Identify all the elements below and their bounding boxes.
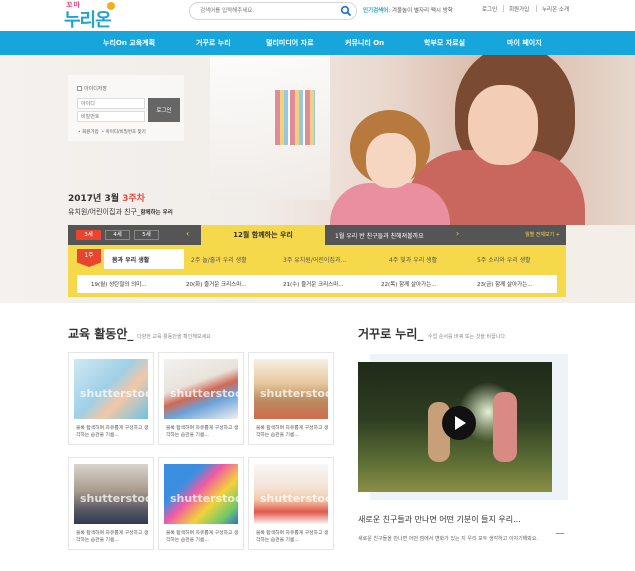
watermark-text: shutterstock [80,387,148,400]
card-thumbnail: shutterstock [164,464,238,524]
card-text: 블록 탑색하며 자유롭게 구성하고 생각하는 습관을 기름... [256,426,329,438]
watermark-text: shutterstock [170,387,238,400]
schedule-tab-2[interactable]: 2주 놀/출과 우리 생활 [191,255,247,264]
logo[interactable]: 꼬마 누리온 [64,0,116,31]
login-link[interactable]: 로그인 [482,5,497,13]
age-tab-4[interactable]: 4세 [105,230,130,240]
week-highlight: 3주차 [122,194,145,204]
week-tag: 1주 [77,249,101,267]
activity-card[interactable]: shutterstock 블록 탑색하며 자유롭게 구성하고 생각하는 습관을 … [68,457,154,550]
remember-checkbox[interactable] [77,86,82,91]
login-button[interactable]: 로그인 [148,98,180,122]
nav-item-multimedia[interactable]: 멀티미디어 자료 [266,38,314,48]
schedule-days: 19(월) 성탄절의 의미... 20(화) 즐거운 크리스마... 21(수)… [77,275,557,293]
activity-card[interactable]: shutterstock 블록 탑색하며 자유롭게 구성하고 생각하는 습관을 … [158,352,244,445]
card-text: 블록 탑색하며 자유롭게 구성하고 생각하는 습관을 기름... [166,426,239,438]
nav-item-plan[interactable]: 누리On 교육계획 [103,38,155,48]
schedule-day[interactable]: 21(수) 즐거운 크리스마... [283,280,344,288]
schedule-tab-1[interactable]: 몸과 우리 생활 [112,255,149,264]
popular-text: : 겨울놀이 별자리 팩시 방학 [388,8,453,14]
card-thumbnail: shutterstock [254,464,328,524]
schedule-panel: 1주 몸과 우리 생활 2주 놀/출과 우리 생활 3주 유치원/어린이집과..… [68,245,566,297]
nav-item-community[interactable]: 커뮤니티 On [345,38,384,48]
schedule-bar: 3세 4세 5세 ‹ 12월 함께하는 우리 1월 우리 반 친구들과 친해져볼… [68,225,566,245]
view-all-months-link[interactable]: 월별 전체보기 + [525,231,560,238]
password-field[interactable] [77,111,145,122]
about-link[interactable]: 누리온 소개 [542,5,569,13]
header: 꼬마 누리온 인기검색어: 겨울놀이 별자리 팩시 방학 로그인 회원가입 누리… [0,0,635,31]
schedule-tab-4[interactable]: 4주 빛과 우리 생활 [389,255,437,264]
card-text: 블록 탑색하며 자유롭게 구성하고 생각하는 습관을 기름... [166,531,239,543]
search-icon[interactable] [340,5,352,17]
logo-dot [107,2,115,10]
video-child-figure [493,392,517,462]
video-player[interactable] [358,362,552,492]
remember-id[interactable]: 아이디저장 [77,85,107,92]
reverse-section-title: 거꾸로 누리_ [358,327,424,341]
activity-card[interactable]: shutterstock 블록 탑색하며 자유롭게 구성하고 생각하는 습관을 … [248,352,334,445]
hero-bookshelf [275,90,315,145]
next-month-icon[interactable]: › [456,229,459,238]
find-account-link[interactable]: 아이디/비밀번호 찾기 [106,130,146,135]
search-box [189,2,357,20]
id-field[interactable] [77,98,145,109]
schedule-tab-5[interactable]: 5주 소리와 우리 생활 [477,255,531,264]
video-title[interactable]: 새로운 친구들과 만나면 어떤 기분이 들지 우리... [358,514,521,525]
card-thumbnail: shutterstock [74,359,148,419]
card-thumbnail: shutterstock [164,359,238,419]
week-title: 2017년 3월 3주차 [68,191,145,204]
week-prefix: 2017년 3월 [68,194,123,204]
schedule-day[interactable]: 23(금) 함께 살아가는... [477,280,532,288]
schedule-day[interactable]: 22(목) 함께 살아가는... [381,280,436,288]
edu-section-subtitle: 다양한 교육 활동안을 확인해보세요 [137,334,211,340]
prev-month-icon[interactable]: ‹ [186,229,189,238]
video-description: 새로운 친구들을 만나면 어떤 점에서 변화가 있는 지 우리 모두 생각하고 … [358,536,539,542]
card-thumbnail: shutterstock [254,359,328,419]
watermark-text: shutterstock [260,387,328,400]
age-tab-5[interactable]: 5세 [134,230,159,240]
card-text: 블록 탑색하며 자유롭게 구성하고 생각하는 습관을 기름... [76,426,149,438]
main-nav: 누리On 교육계획 거꾸로 누리 멀티미디어 자료 커뮤니티 On 학부모 자료… [0,31,635,55]
current-month: 12월 함께하는 우리 [201,225,325,245]
signup-link-small[interactable]: 회원가입 [82,130,99,135]
hero-girl-face [366,133,416,188]
util-divider [503,5,504,12]
age-tab-3[interactable]: 3세 [76,230,101,240]
week-subtitle: 유치원/어린이집과 친구_함께하는 우리 [68,207,173,217]
login-links: • 회원가입 • 아이디/비밀번호 찾기 [78,130,146,135]
week-subtitle-small: 함께하는 우리 [140,210,173,216]
watermark-text: shutterstock [170,492,238,505]
activity-card[interactable]: shutterstock 블록 탑색하며 자유롭게 구성하고 생각하는 습관을 … [68,352,154,445]
popular-label: 인기검색어 [363,8,389,14]
hero-woman-face [468,85,538,165]
nav-item-reverse[interactable]: 거꾸로 누리 [196,38,231,48]
week-subtitle-main: 유치원/어린이집과 친구_ [68,208,141,216]
remember-label: 아이디저장 [84,86,108,92]
logo-main-text: 누리온 [64,10,112,31]
schedule-day[interactable]: 19(월) 성탄절의 의미... [91,280,146,288]
reverse-section-subtitle: 수업 순서를 바꿔 또는 것을 비꿉니다. [428,334,507,340]
edu-section-title: 교육 활동안_ [68,327,134,341]
signup-link[interactable]: 회원가입 [509,5,529,13]
search-input[interactable] [200,5,330,17]
card-text: 블록 탑색하며 자유롭게 구성하고 생각하는 습관을 기름... [76,531,149,543]
popular-keywords[interactable]: 인기검색어: 겨울놀이 별자리 팩시 방학 [363,6,453,14]
card-text: 블록 탑색하며 자유롭게 구성하고 생각하는 습관을 기름... [256,531,329,543]
next-month-label[interactable]: 1월 우리 반 친구들과 친해져볼까요 [335,231,424,240]
activity-card[interactable]: shutterstock 블록 탑색하며 자유롭게 구성하고 생각하는 습관을 … [248,457,334,550]
play-icon[interactable] [442,406,476,440]
login-box: 아이디저장 로그인 • 회원가입 • 아이디/비밀번호 찾기 [68,75,184,141]
divider [556,533,564,534]
page: 꼬마 누리온 인기검색어: 겨울놀이 별자리 팩시 방학 로그인 회원가입 누리… [0,0,635,571]
watermark-text: shutterstock [260,492,328,505]
util-divider [536,5,537,12]
activity-card[interactable]: shutterstock 블록 탑색하며 자유롭게 구성하고 생각하는 습관을 … [158,457,244,550]
card-thumbnail: shutterstock [74,464,148,524]
schedule-tab-3[interactable]: 3주 유치원/어린이집과... [283,255,346,264]
nav-item-mypage[interactable]: 마이 페이지 [507,38,542,48]
schedule-day[interactable]: 20(화) 즐거운 크리스마... [186,280,247,288]
watermark-text: shutterstock [80,492,148,505]
nav-item-parents[interactable]: 학부모 자료실 [424,38,465,48]
